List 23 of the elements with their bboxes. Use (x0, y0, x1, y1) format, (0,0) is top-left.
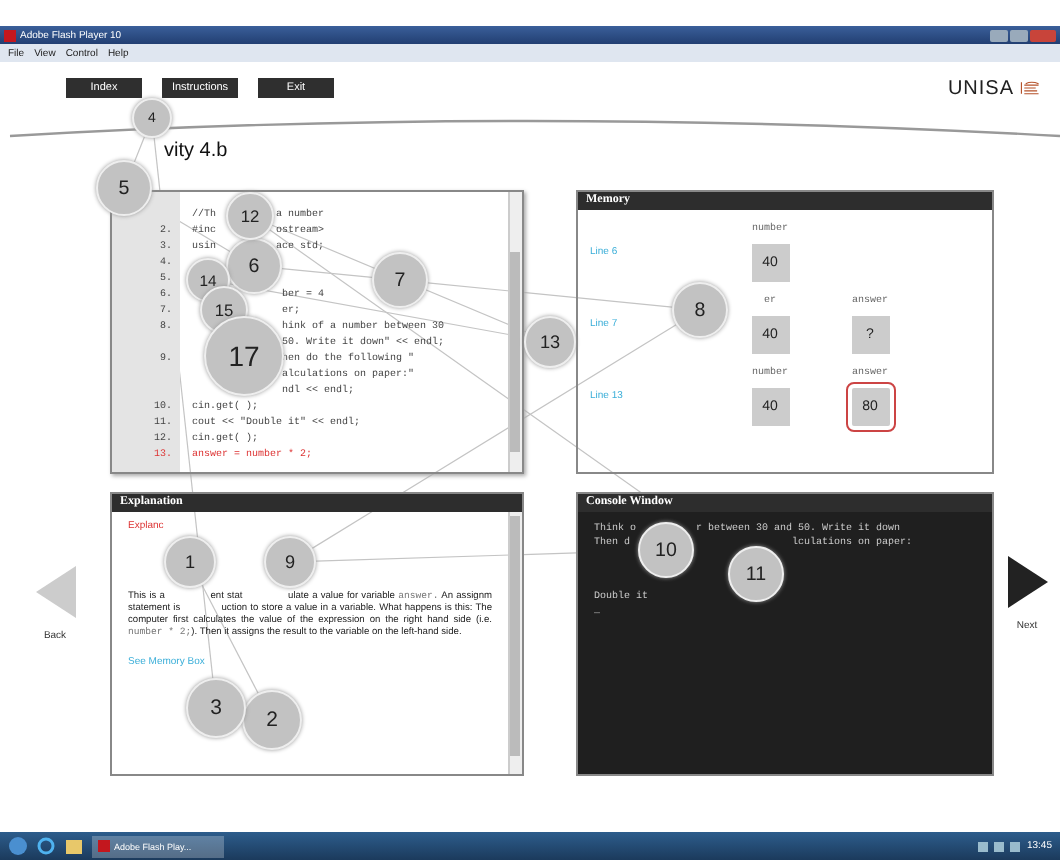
numbered-marker: 3 (186, 678, 246, 738)
numbered-marker: 2 (242, 690, 302, 750)
connector-line (133, 135, 146, 163)
start-button-icon[interactable] (8, 836, 28, 856)
logo-icon (1020, 78, 1040, 98)
numbered-marker: 9 (264, 536, 316, 588)
next-arrow-icon[interactable] (1007, 555, 1047, 607)
app-icon (4, 29, 16, 41)
numbered-marker: 1 (164, 536, 216, 588)
numbered-marker: 12 (226, 192, 274, 240)
scrollbar[interactable] (508, 192, 522, 472)
logo-text: UNISA (947, 77, 1014, 99)
scrollbar[interactable] (508, 512, 522, 774)
numbered-marker: 13 (524, 316, 576, 368)
maximize-button[interactable] (1010, 29, 1028, 41)
numbered-marker: 5 (96, 160, 152, 216)
minimize-button[interactable] (990, 29, 1008, 41)
numbered-marker: 17 (204, 316, 284, 396)
browser-icon[interactable] (36, 836, 56, 856)
folder-icon[interactable] (64, 836, 84, 856)
numbered-marker: 7 (372, 252, 428, 308)
numbered-marker: 8 (672, 282, 728, 338)
activity-title: vity 4.b (164, 140, 228, 162)
